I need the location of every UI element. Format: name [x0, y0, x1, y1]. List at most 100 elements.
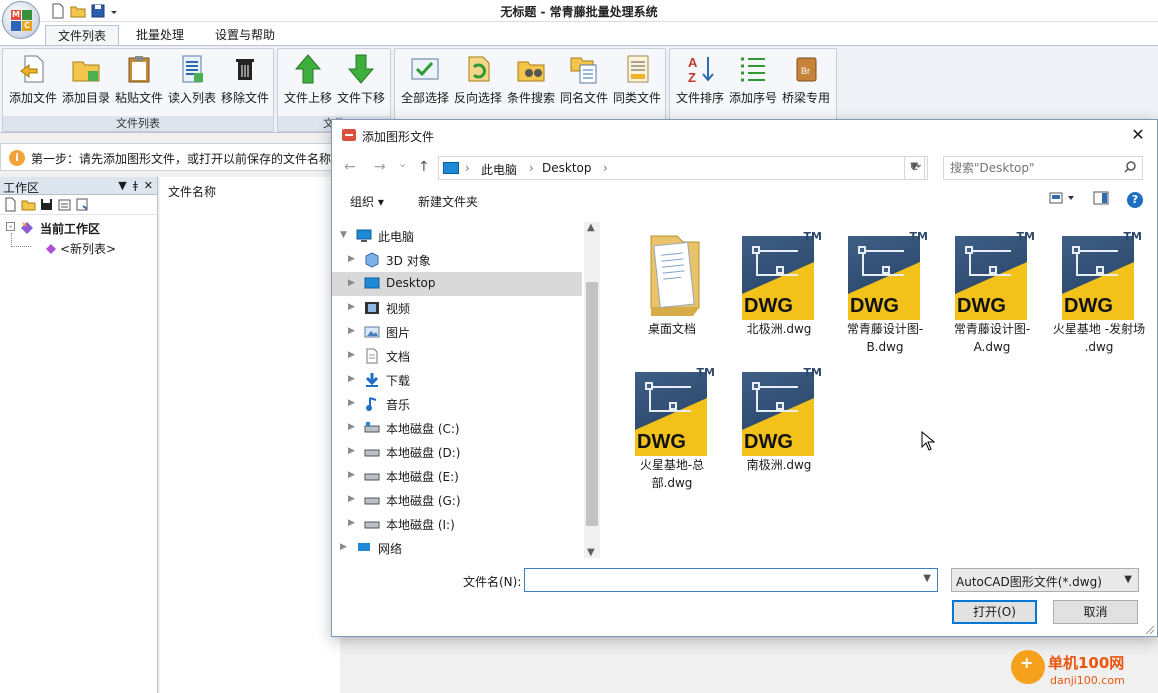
up-button[interactable]: ↑ [418, 159, 430, 175]
add-sequence-button[interactable]: 添加序号 [727, 53, 779, 109]
nav-item-desktop[interactable]: ▶ Desktop [332, 272, 582, 296]
documents-icon [364, 348, 380, 364]
watermark-brand: 单机100网 [1048, 654, 1125, 672]
remove-file-button[interactable]: 移除文件 [219, 53, 271, 109]
clipboard-icon [123, 53, 155, 85]
expand-caret-icon[interactable]: ▶ [348, 470, 355, 480]
nav-item-videos[interactable]: ▶ 视频 [332, 296, 582, 320]
tab-batch-process[interactable]: 批量处理 [124, 25, 196, 46]
recent-locations-button[interactable]: ⌄ [398, 157, 407, 170]
search-icon[interactable] [1124, 161, 1136, 173]
new-folder-button[interactable]: 新建文件夹 [418, 193, 478, 210]
address-bar[interactable]: › 此电脑 › Desktop › ▼ [438, 156, 925, 180]
nav-item-network[interactable]: ▶ 网络 [332, 536, 582, 558]
cancel-button[interactable]: 取消 [1053, 600, 1138, 624]
load-list-button[interactable]: 读入列表 [166, 53, 218, 109]
search-input[interactable] [950, 158, 1120, 178]
nav-item-drive-e[interactable]: ▶ 本地磁盘 (E:) [332, 464, 582, 488]
ribbon-tab-row: 文件列表 批量处理 设置与帮助 [0, 22, 1158, 46]
open-button[interactable]: 打开(O) [952, 600, 1037, 624]
add-folder-button[interactable]: 添加目录 [60, 53, 112, 109]
nav-item-downloads[interactable]: ▶ 下载 [332, 368, 582, 392]
file-item-dwg[interactable]: DWG TM 常青藤设计图-A.dwg [942, 230, 1042, 360]
paste-file-button[interactable]: 粘贴文件 [113, 53, 165, 109]
file-item-dwg[interactable]: DWG TM 火星基地 -发射场 .dwg [1049, 230, 1149, 360]
expand-caret-icon[interactable]: ▶ [348, 254, 355, 264]
properties-icon[interactable] [57, 197, 72, 212]
file-item-dwg[interactable]: DWG TM 北极洲.dwg [729, 230, 829, 360]
scroll-thumb[interactable] [586, 282, 598, 526]
dwg-file-icon: DWG TM [1056, 230, 1142, 320]
tab-settings-help[interactable]: 设置与帮助 [203, 25, 287, 46]
nav-item-music[interactable]: ▶ 音乐 [332, 392, 582, 416]
chevron-down-icon[interactable]: ▼ [923, 573, 931, 584]
nav-scrollbar[interactable]: ▲ ▼ [584, 222, 600, 558]
nav-item-3d-objects[interactable]: ▶ 3D 对象 [332, 248, 582, 272]
new-list-icon[interactable] [3, 197, 18, 212]
condition-search-button[interactable]: 条件搜索 [505, 53, 557, 109]
file-item-dwg[interactable]: DWG TM 南极洲.dwg [729, 366, 829, 496]
forward-button[interactable]: → [374, 159, 386, 175]
filename-box: ▼ [524, 568, 938, 592]
panel-menu-icon[interactable]: ▼ [118, 179, 126, 192]
expand-caret-icon[interactable]: ▶ [348, 374, 355, 384]
move-file-up-button[interactable]: 文件上移 [282, 53, 334, 109]
expand-caret-icon[interactable]: ▶ [348, 446, 355, 456]
nav-item-this-pc[interactable]: ▼ 此电脑 [332, 224, 582, 248]
file-item-folder[interactable]: 桌面文档 [622, 230, 722, 360]
sort-files-button[interactable]: AZ 文件排序 [674, 53, 726, 109]
nav-item-pictures[interactable]: ▶ 图片 [332, 320, 582, 344]
svg-text:A: A [688, 55, 698, 70]
pin-icon[interactable]: ǂ [133, 179, 138, 192]
back-button[interactable]: ← [344, 159, 356, 175]
expand-caret-icon[interactable]: ▶ [340, 542, 347, 552]
column-header-filename[interactable]: 文件名称 [168, 183, 216, 200]
same-type-files-button[interactable]: 同类文件 [611, 53, 663, 109]
collapse-icon[interactable]: - [6, 222, 15, 231]
refresh-button[interactable]: ⟳ [904, 156, 928, 180]
nav-item-drive-i[interactable]: ▶ 本地磁盘 (I:) [332, 512, 582, 536]
preview-pane-icon[interactable] [1093, 191, 1109, 208]
organize-menu[interactable]: 组织 ▾ [350, 193, 384, 210]
expand-caret-icon[interactable]: ▶ [348, 350, 355, 360]
expand-caret-icon[interactable]: ▶ [348, 422, 355, 432]
import-icon[interactable] [75, 197, 90, 212]
file-item-dwg[interactable]: DWG TM 常青藤设计图-B.dwg [835, 230, 935, 360]
expand-caret-icon[interactable]: ▶ [348, 494, 355, 504]
address-segment-pc[interactable]: 此电脑 [481, 161, 517, 178]
view-mode-icon[interactable] [1049, 192, 1075, 207]
file-item-dwg[interactable]: DWG TM 火星基地-总部.dwg [622, 366, 722, 496]
add-file-button[interactable]: 添加文件 [7, 53, 59, 109]
move-file-down-button[interactable]: 文件下移 [335, 53, 387, 109]
expand-caret-icon[interactable]: ▶ [348, 302, 355, 312]
open-list-icon[interactable] [21, 197, 36, 212]
address-segment-desktop[interactable]: Desktop [542, 161, 592, 175]
expand-caret-icon[interactable]: ▶ [348, 398, 355, 408]
nav-item-documents[interactable]: ▶ 文档 [332, 344, 582, 368]
command-bar: 组织 ▾ 新建文件夹 ? [332, 188, 1157, 214]
expand-caret-icon[interactable]: ▶ [348, 518, 355, 528]
expand-caret-icon[interactable]: ▶ [348, 278, 355, 288]
resize-grip-icon[interactable] [1145, 624, 1155, 635]
nav-item-drive-d[interactable]: ▶ 本地磁盘 (D:) [332, 440, 582, 464]
same-name-files-button[interactable]: 同名文件 [558, 53, 610, 109]
scroll-down-icon[interactable]: ▼ [587, 547, 595, 558]
file-type-filter[interactable]: AutoCAD图形文件(*.dwg) ▼ [951, 568, 1139, 592]
close-icon[interactable]: ✕ [1129, 125, 1147, 144]
select-all-button[interactable]: 全部选择 [399, 53, 451, 109]
tree-node-new-list[interactable]: <新列表> [0, 233, 157, 259]
scroll-up-icon[interactable]: ▲ [587, 222, 595, 233]
panel-close-icon[interactable]: ✕ [144, 179, 153, 192]
invert-selection-button[interactable]: 反向选择 [452, 53, 504, 109]
app-menu-button[interactable]: M C [2, 1, 40, 39]
save-list-icon[interactable] [39, 197, 54, 212]
filename-input[interactable] [529, 570, 909, 590]
nav-item-drive-c[interactable]: ▶ 本地磁盘 (C:) [332, 416, 582, 440]
expand-caret-icon[interactable]: ▶ [348, 326, 355, 336]
help-icon[interactable]: ? [1127, 191, 1143, 208]
dwg-file-icon: DWG TM [736, 366, 822, 456]
expand-caret-icon[interactable]: ▼ [340, 230, 347, 240]
bridge-special-button[interactable]: Br 桥梁专用 [780, 53, 832, 109]
nav-item-drive-g[interactable]: ▶ 本地磁盘 (G:) [332, 488, 582, 512]
tab-file-list[interactable]: 文件列表 [45, 25, 120, 46]
